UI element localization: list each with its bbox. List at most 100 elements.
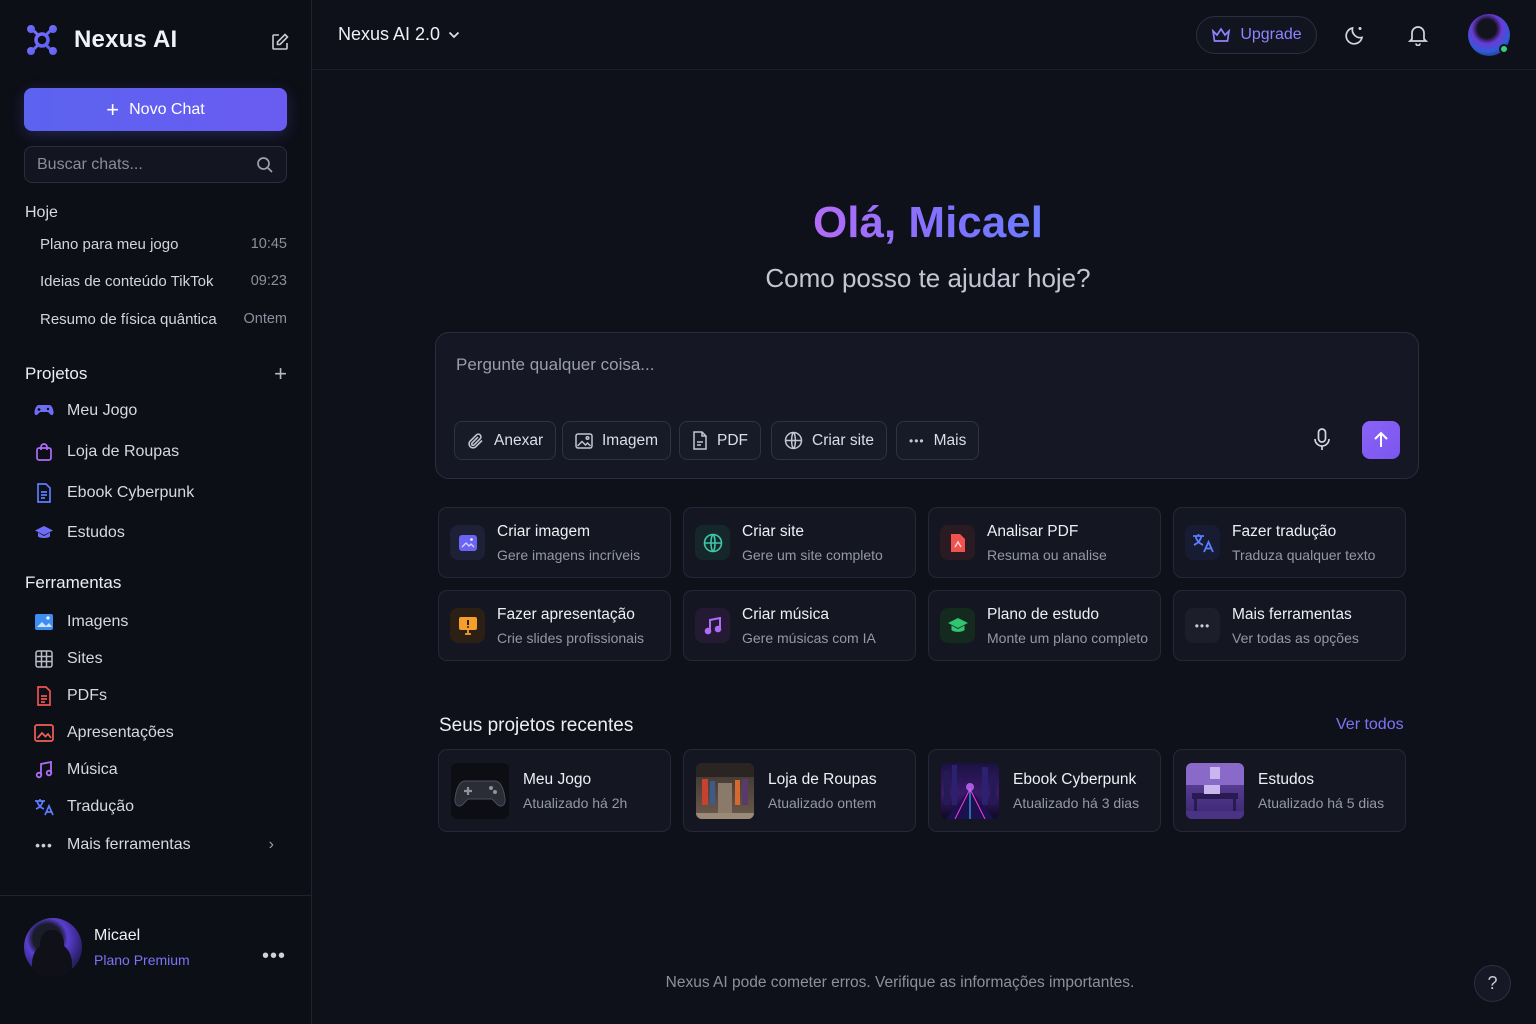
history-time: 10:45	[250, 236, 287, 252]
more-icon: •••	[909, 433, 925, 448]
image-button[interactable]: Imagem	[562, 421, 671, 460]
more-icon: •••	[35, 837, 53, 853]
card-title: Fazer tradução	[1232, 522, 1337, 540]
user-profile[interactable]: Micael Plano Premium	[24, 918, 190, 976]
project-thumbnail	[1186, 762, 1244, 819]
prompt-input[interactable]	[456, 355, 1256, 385]
card-desc: Resuma ou analise	[987, 546, 1107, 563]
nexus-logo-icon	[27, 25, 57, 55]
pdf-label: PDF	[717, 431, 748, 449]
new-note-button[interactable]	[262, 24, 298, 60]
sidebar-item-estudos[interactable]: Estudos	[34, 523, 274, 543]
globe-icon	[695, 525, 730, 560]
sidebar-divider	[0, 895, 311, 896]
upgrade-button[interactable]: Upgrade	[1196, 16, 1317, 54]
grid-icon	[34, 649, 54, 669]
sidebar-item-imagens[interactable]: Imagens	[34, 612, 274, 632]
quick-action-mais-ferramentas[interactable]: ••• Mais ferramentas Ver todas as opções	[1173, 590, 1406, 661]
sidebar-item-mais-ferramentas[interactable]: ••• Mais ferramentas ›	[34, 835, 274, 855]
see-all-link[interactable]: Ver todos	[1336, 716, 1404, 734]
history-item[interactable]: Ideias de conteúdo TikTok 09:23	[40, 273, 287, 290]
card-title: Criar site	[742, 522, 805, 540]
quick-action-criar-imagem[interactable]: Criar imagem Gere imagens incríveis	[438, 507, 671, 578]
more-button[interactable]: ••• Mais	[896, 421, 980, 460]
brand-name: Nexus AI	[74, 26, 178, 53]
user-menu-button[interactable]: •••	[262, 945, 286, 968]
quick-action-criar-site[interactable]: Criar site Gere um site completo	[683, 507, 916, 578]
greeting: Olá, Micael	[312, 198, 1536, 248]
history-item[interactable]: Plano para meu jogo 10:45	[40, 236, 287, 253]
greeting-text: Olá, Micael	[813, 198, 1043, 247]
graduation-cap-icon	[940, 608, 975, 643]
recent-project-card[interactable]: Estudos Atualizado há 5 dias	[1173, 749, 1406, 832]
sidebar-item-label: Sites	[67, 650, 103, 667]
project-title: Ebook Cyberpunk	[1013, 770, 1137, 788]
user-name: Micael	[94, 926, 141, 944]
new-chat-button[interactable]: + Novo Chat	[24, 88, 287, 131]
add-project-button[interactable]: +	[274, 361, 287, 387]
translate-icon	[1185, 525, 1220, 560]
sidebar-item-musica[interactable]: Música	[34, 760, 274, 780]
quick-action-analisar-pdf[interactable]: Analisar PDF Resuma ou analise	[928, 507, 1161, 578]
send-button[interactable]	[1362, 421, 1400, 459]
sidebar-item-label: Mais ferramentas	[67, 836, 191, 853]
theme-toggle-button[interactable]	[1342, 22, 1368, 48]
project-updated: Atualizado ontem	[768, 794, 877, 811]
search-icon[interactable]	[256, 156, 274, 174]
recent-project-card[interactable]: Meu Jogo Atualizado há 2h	[438, 749, 671, 832]
create-site-button[interactable]: Criar site	[771, 421, 888, 460]
search-box	[24, 146, 287, 183]
history-title: Plano para meu jogo	[40, 236, 179, 253]
quick-action-plano-de-estudo[interactable]: Plano de estudo Monte um plano completo	[928, 590, 1161, 661]
subtitle: Como posso te ajudar hoje?	[765, 263, 1091, 293]
card-desc: Monte um plano completo	[987, 629, 1149, 646]
search-input[interactable]	[37, 155, 256, 174]
card-title: Criar música	[742, 605, 829, 623]
card-desc: Gere um site completo	[742, 546, 883, 563]
recent-projects-title: Seus projetos recentes	[439, 715, 634, 736]
attach-label: Anexar	[494, 431, 544, 449]
project-updated: Atualizado há 3 dias	[1013, 794, 1140, 811]
pdf-icon	[940, 525, 975, 560]
sidebar-item-loja-de-roupas[interactable]: Loja de Roupas	[34, 442, 274, 462]
pdf-icon	[34, 686, 54, 706]
sidebar-item-label: Estudos	[67, 524, 125, 541]
music-icon	[695, 608, 730, 643]
pdf-button[interactable]: PDF	[679, 421, 761, 460]
card-title: Plano de estudo	[987, 605, 1100, 623]
sidebar-item-meu-jogo[interactable]: Meu Jogo	[34, 401, 274, 421]
sidebar-item-label: Tradução	[67, 798, 134, 815]
model-selector[interactable]: Nexus AI 2.0	[338, 24, 460, 45]
sidebar-item-sites[interactable]: Sites	[34, 649, 274, 669]
create-site-label: Criar site	[812, 431, 875, 449]
attach-button[interactable]: Anexar	[454, 421, 557, 460]
sidebar-item-ebook-cyberpunk[interactable]: Ebook Cyberpunk	[34, 483, 274, 503]
quick-action-fazer-apresentacao[interactable]: Fazer apresentação Crie slides profission…	[438, 590, 671, 661]
help-button[interactable]: ?	[1474, 965, 1511, 1002]
recent-project-card[interactable]: Loja de Roupas Atualizado ontem	[683, 749, 916, 832]
sidebar-item-apresentacoes[interactable]: Apresentações	[34, 723, 274, 743]
history-time: Ontem	[243, 311, 287, 327]
sidebar-item-label: Apresentações	[67, 724, 174, 741]
sidebar-item-traducao[interactable]: Tradução	[34, 797, 274, 817]
online-status-dot	[1499, 44, 1509, 54]
sidebar-item-pdfs[interactable]: PDFs	[34, 686, 274, 706]
shopping-bag-icon	[34, 442, 54, 462]
microphone-icon	[1314, 428, 1330, 450]
history-item[interactable]: Resumo de física quântica Ontem	[40, 311, 287, 328]
sidebar-item-label: Música	[67, 761, 118, 778]
project-title: Estudos	[1258, 770, 1315, 788]
project-updated: Atualizado há 5 dias	[1258, 794, 1385, 811]
history-time: 09:23	[250, 273, 287, 289]
recent-project-card[interactable]: Ebook Cyberpunk Atualizado há 3 dias	[928, 749, 1161, 832]
user-plan: Plano Premium	[94, 951, 190, 968]
microphone-button[interactable]	[1309, 427, 1335, 453]
brand[interactable]: Nexus AI	[24, 22, 177, 58]
projects-label: Projetos	[25, 364, 88, 383]
notifications-button[interactable]	[1405, 22, 1431, 48]
quick-action-criar-musica[interactable]: Criar música Gere músicas com IA	[683, 590, 916, 661]
tools-header: Ferramentas	[25, 573, 287, 593]
quick-action-fazer-traducao[interactable]: Fazer tradução Traduza qualquer texto	[1173, 507, 1406, 578]
document-icon	[693, 431, 707, 450]
model-name: Nexus AI 2.0	[338, 24, 441, 44]
